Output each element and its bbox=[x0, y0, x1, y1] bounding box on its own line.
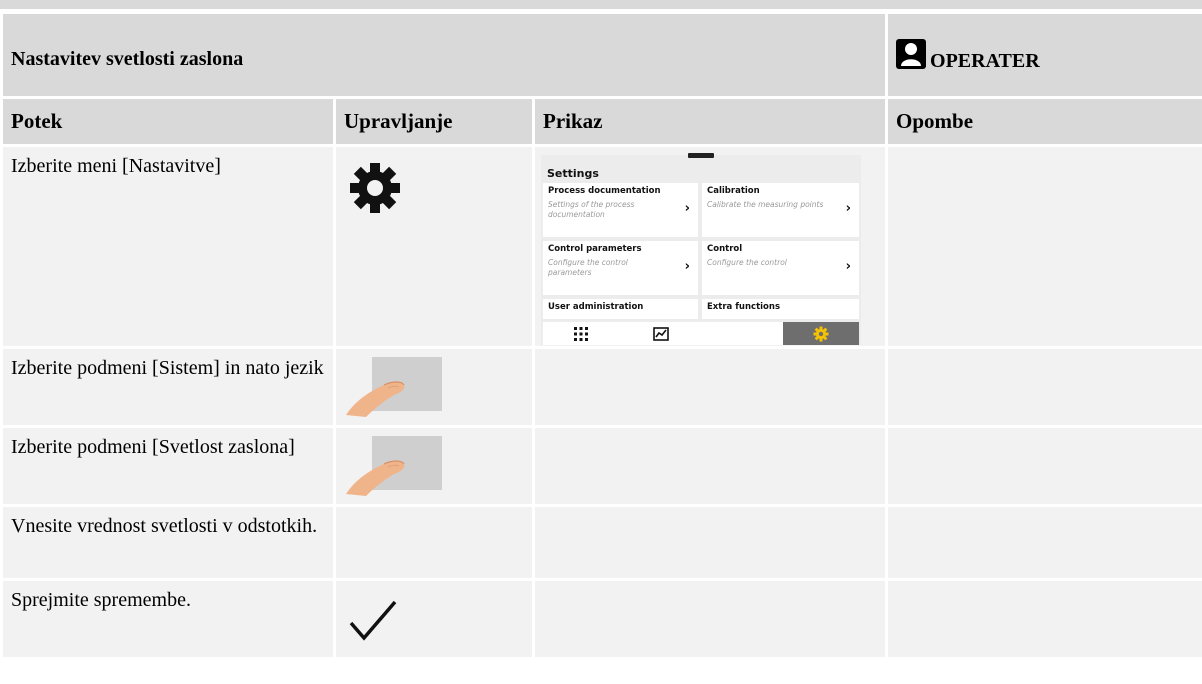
control-cell bbox=[336, 147, 532, 346]
header-row: Potek Upravljanje Prikaz Opombe bbox=[3, 99, 1202, 144]
table-row: Izberite podmeni [Svetlost zaslona] bbox=[3, 428, 1202, 504]
nav-settings-active[interactable] bbox=[783, 322, 859, 345]
chevron-right-icon: › bbox=[845, 259, 851, 274]
chevron-right-icon: › bbox=[684, 259, 690, 274]
col-header-prikaz: Prikaz bbox=[535, 99, 886, 144]
step-text-cell: Vnesite vrednost svetlosti v odstotkih. bbox=[3, 507, 333, 578]
display-cell bbox=[535, 507, 886, 578]
notes-cell bbox=[888, 349, 1202, 425]
title-cell: Nastavitev svetlosti zaslona bbox=[3, 14, 886, 96]
role-label: OPERATER bbox=[930, 50, 1040, 72]
device-screen-title: Settings bbox=[547, 167, 599, 180]
notes-cell bbox=[888, 428, 1202, 504]
role-cell: OPERATER bbox=[888, 14, 1202, 96]
notes-cell bbox=[888, 147, 1202, 346]
control-cell bbox=[336, 581, 532, 657]
procedure-table: Nastavitev svetlosti zaslona OPERATER Po… bbox=[0, 11, 1202, 660]
settings-tile-extra-functions[interactable]: Extra functions bbox=[702, 299, 859, 319]
chart-icon[interactable] bbox=[653, 327, 669, 341]
settings-tile-control[interactable]: Control Configure the control › bbox=[702, 241, 859, 295]
control-cell bbox=[336, 507, 532, 578]
grid-icon[interactable] bbox=[573, 326, 589, 342]
table-row: Izberite meni [Nastavitve] Settings Proc… bbox=[3, 147, 1202, 346]
col-header-opombe: Opombe bbox=[888, 99, 1202, 144]
device-screen-preview: Settings Process documentation Settings … bbox=[541, 153, 861, 345]
device-notch bbox=[688, 153, 714, 158]
checkmark-icon bbox=[349, 600, 397, 641]
settings-gear-icon bbox=[813, 326, 829, 342]
settings-tile-control-parameters[interactable]: Control parameters Configure the control… bbox=[543, 241, 698, 295]
step-text: Vnesite vrednost svetlosti v odstotkih. bbox=[11, 515, 318, 537]
notes-cell bbox=[888, 581, 1202, 657]
display-cell bbox=[535, 349, 886, 425]
step-text: Sprejmite spremembe. bbox=[11, 589, 191, 611]
role-badge: OPERATER bbox=[888, 39, 1202, 71]
notes-cell bbox=[888, 507, 1202, 578]
control-cell bbox=[336, 428, 532, 504]
step-text-cell: Izberite podmeni [Svetlost zaslona] bbox=[3, 428, 333, 504]
title-row: Nastavitev svetlosti zaslona OPERATER bbox=[3, 14, 1202, 96]
finger-touch-icon bbox=[346, 436, 442, 496]
step-text-cell: Izberite meni [Nastavitve] bbox=[3, 147, 333, 346]
operator-person-icon bbox=[896, 39, 927, 69]
control-cell bbox=[336, 349, 532, 425]
document-page: Nastavitev svetlosti zaslona OPERATER Po… bbox=[0, 0, 1202, 684]
top-strip bbox=[0, 0, 1202, 9]
col-header-potek: Potek bbox=[3, 99, 333, 144]
step-text-cell: Sprejmite spremembe. bbox=[3, 581, 333, 657]
table-row: Vnesite vrednost svetlosti v odstotkih. bbox=[3, 507, 1202, 578]
display-cell bbox=[535, 581, 886, 657]
settings-tile-calibration[interactable]: Calibration Calibrate the measuring poin… bbox=[702, 183, 859, 237]
step-text-cell: Izberite podmeni [Sistem] in nato jezik bbox=[3, 349, 333, 425]
col-header-upravljanje: Upravljanje bbox=[336, 99, 532, 144]
display-cell bbox=[535, 428, 886, 504]
page-title: Nastavitev svetlosti zaslona bbox=[11, 47, 244, 70]
table-row: Izberite podmeni [Sistem] in nato jezik bbox=[3, 349, 1202, 425]
step-text: Izberite podmeni [Svetlost zaslona] bbox=[11, 436, 295, 458]
step-text: Izberite podmeni [Sistem] in nato jezik bbox=[11, 357, 324, 379]
table-row: Sprejmite spremembe. bbox=[3, 581, 1202, 657]
chevron-right-icon: › bbox=[684, 201, 690, 216]
settings-tile-user-administration[interactable]: User administration bbox=[543, 299, 698, 319]
display-cell: Settings Process documentation Settings … bbox=[535, 147, 886, 346]
chevron-right-icon: › bbox=[845, 201, 851, 216]
finger-touch-icon bbox=[346, 357, 442, 417]
device-nav-bar bbox=[543, 322, 859, 345]
step-text: Izberite meni [Nastavitve] bbox=[11, 155, 221, 177]
gear-icon bbox=[350, 163, 400, 213]
settings-tile-process-documentation[interactable]: Process documentation Settings of the pr… bbox=[543, 183, 698, 237]
